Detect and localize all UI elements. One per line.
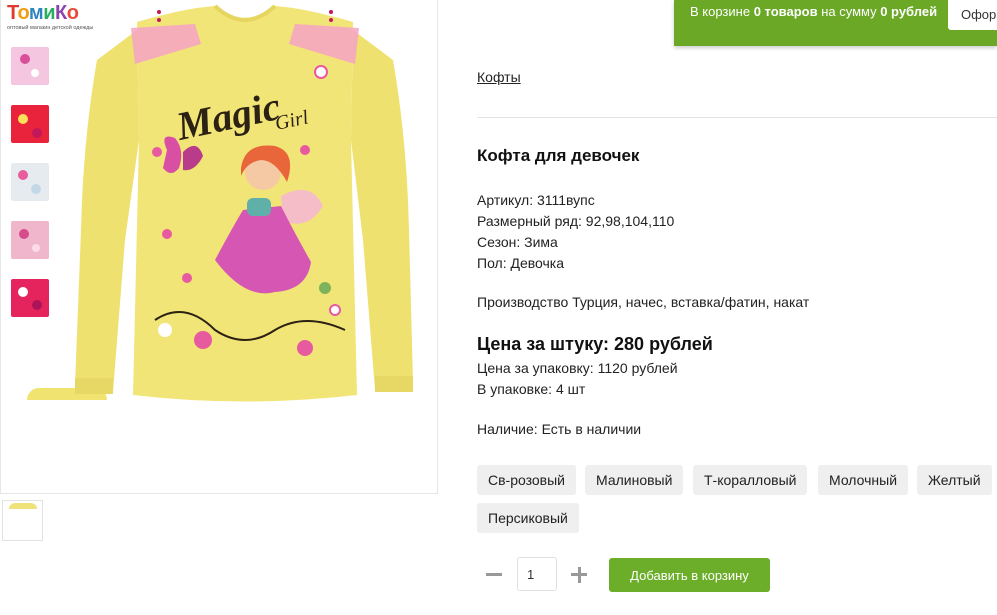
spec-season: Сезон: Зима <box>477 234 558 250</box>
color-option-yellow[interactable]: Желтый <box>917 465 992 495</box>
pack-count: В упаковке: 4 шт <box>477 381 586 397</box>
product-title: Кофта для девочек <box>477 146 640 165</box>
availability-status: Наличие: Есть в наличии <box>477 421 642 437</box>
color-option-dark-coral[interactable]: Т-коралловый <box>693 465 808 495</box>
thumbnail-pink[interactable] <box>11 221 49 259</box>
thumbnail-milk[interactable] <box>11 163 49 201</box>
add-to-cart-button[interactable]: Добавить в корзину <box>609 558 770 592</box>
color-option-peach[interactable]: Персиковый <box>477 503 579 533</box>
small-thumbnail-image <box>9 503 37 509</box>
cart-middle: на сумму <box>817 4 881 19</box>
minus-icon[interactable] <box>477 557 507 591</box>
cart-item-count: 0 товаров <box>753 4 818 19</box>
color-option-raspberry[interactable]: Малиновый <box>585 465 684 495</box>
breadcrumb-category-link[interactable]: Кофты <box>477 69 521 85</box>
cart-summary-text: В корзине 0 товаров на сумму 0 рублей <box>690 4 937 19</box>
spec-gender: Пол: Девочка <box>477 255 565 271</box>
quantity-input[interactable] <box>517 557 557 591</box>
thumbnail-crimson[interactable] <box>11 105 49 143</box>
gallery-small-thumbnail[interactable] <box>2 500 43 541</box>
cart-sum: 0 рублей <box>880 4 938 19</box>
price-per-unit: Цена за штуку: 280 рублей <box>477 334 713 354</box>
product-gallery: ТомиКо оптовый магазин детской одежды Ma… <box>0 0 438 494</box>
product-specs: Артикул: 3111вупс Размерный ряд: 92,98,1… <box>477 190 674 274</box>
cart-summary-bar: В корзине 0 товаров на сумму 0 рублей Оф… <box>674 0 997 46</box>
thumbnail-raspberry[interactable] <box>11 279 49 317</box>
spec-size-range: Размерный ряд: 92,98,104,110 <box>477 213 675 229</box>
divider <box>477 117 997 118</box>
cart-prefix: В корзине <box>690 4 754 19</box>
main-product-image[interactable]: Magic Girl <box>75 0 415 402</box>
price-details: Цена за упаковку: 1120 рублей В упаковке… <box>477 358 678 400</box>
thumbnail-list <box>11 47 51 337</box>
product-description: Производство Турция, начес, вставка/фати… <box>477 294 810 310</box>
thumbnail-light-pink[interactable] <box>11 47 49 85</box>
color-option-light-pink[interactable]: Св-розовый <box>477 465 576 495</box>
plus-icon[interactable] <box>566 557 596 591</box>
color-option-milk[interactable]: Молочный <box>818 465 909 495</box>
price-per-pack: Цена за упаковку: 1120 рублей <box>477 360 678 376</box>
spec-article: Артикул: 3111вупс <box>477 192 595 208</box>
logo-wordmark: ТомиКо <box>7 2 79 24</box>
checkout-button[interactable]: Оформить <box>948 0 997 30</box>
